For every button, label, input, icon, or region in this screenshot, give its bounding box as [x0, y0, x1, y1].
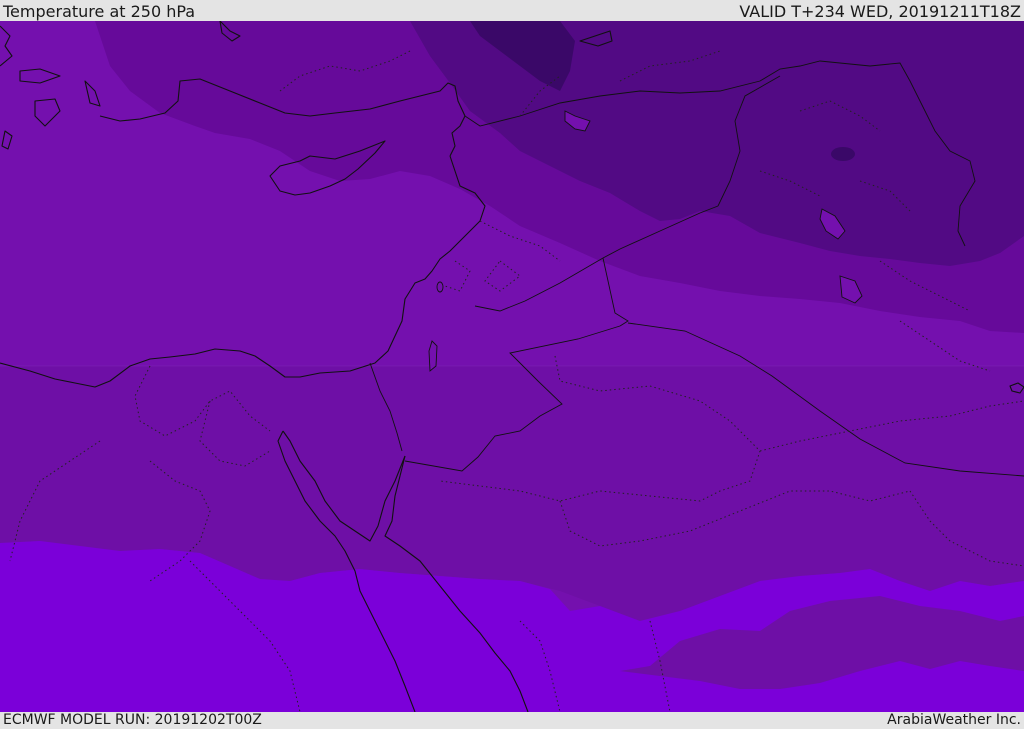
dead-sea: [428, 340, 438, 372]
credit-label: ArabiaWeather Inc.: [887, 712, 1021, 728]
map-title: Temperature at 250 hPa: [3, 2, 196, 21]
temperature-band-darkest-small: [831, 147, 855, 161]
valid-time: VALID T+234 WED, 20191211T18Z: [739, 2, 1021, 21]
temperature-map[interactable]: [0, 21, 1024, 712]
top-bar: Temperature at 250 hPa VALID T+234 WED, …: [0, 0, 1024, 21]
bottom-bar: ECMWF MODEL RUN: 20191202T00Z ArabiaWeat…: [0, 712, 1024, 729]
map-canvas: [0, 21, 1024, 712]
sea-of-galilee: [436, 281, 444, 293]
model-run-label: ECMWF MODEL RUN: 20191202T00Z: [3, 712, 262, 728]
